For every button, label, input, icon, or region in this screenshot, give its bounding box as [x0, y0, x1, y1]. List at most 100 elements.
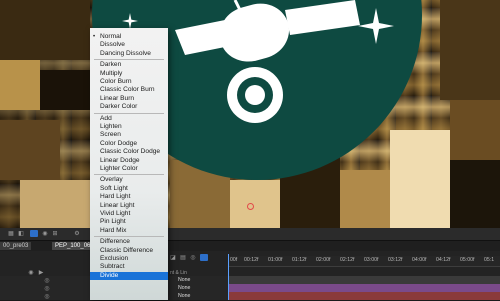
track-matte-dropdown[interactable]: None — [176, 293, 210, 300]
blend-mode-label: Subtract — [100, 263, 125, 271]
blend-mode-label: Hard Mix — [100, 226, 127, 234]
layer-track-bar[interactable] — [228, 292, 500, 300]
time-tick: 02:12f — [340, 257, 355, 263]
menu-separator — [94, 236, 164, 238]
blend-mode-option[interactable]: Lighter Color — [90, 165, 168, 173]
blend-mode-option[interactable]: Color Dodge — [90, 140, 168, 148]
blend-mode-option[interactable]: Darken — [90, 61, 168, 69]
blend-mode-option[interactable]: • Normal — [90, 33, 168, 41]
timeline-panel: ▦ ◧ ◉ ⊞ ⚙ 00_pre03 PEP_100_060_j ◪ ▤ ◎ n… — [0, 228, 500, 301]
blend-mode-option[interactable]: Linear Dodge — [90, 157, 168, 165]
time-tick: 00:12f — [244, 257, 259, 263]
blend-mode-label: Linear Light — [100, 201, 135, 209]
blend-mode-option[interactable]: Dancing Dissolve — [90, 50, 168, 58]
playhead[interactable] — [228, 254, 229, 300]
pickwhip-icon[interactable]: ◎ — [44, 294, 50, 300]
blend-mode-option[interactable]: Dissolve — [90, 41, 168, 49]
time-tick: 04:12f — [436, 257, 451, 263]
blend-mode-option[interactable]: Exclusion — [90, 255, 168, 263]
blend-mode-option[interactable]: Linear Burn — [90, 95, 168, 103]
star-icon — [358, 8, 394, 44]
blend-mode-option[interactable]: Classic Color Burn — [90, 86, 168, 94]
blend-mode-label: Add — [100, 114, 112, 122]
blend-mode-option[interactable]: Overlay — [90, 176, 168, 184]
time-tick: 02:00f — [316, 257, 331, 263]
blend-mode-label: Difference — [100, 238, 130, 246]
blend-mode-option[interactable]: Hard Light — [90, 193, 168, 201]
blend-mode-label: Exclusion — [100, 255, 129, 262]
viewer-toolbar: ▦ ◧ ◉ ⊞ ⚙ — [0, 228, 500, 241]
blend-mode-label: Classic Color Burn — [100, 86, 155, 94]
time-tick: 04:00f — [412, 257, 427, 263]
blend-mode-label: Normal — [100, 33, 122, 40]
channel-toggle[interactable] — [30, 230, 38, 237]
grid-icon[interactable]: ▦ — [8, 231, 14, 237]
shy-layers-icon[interactable]: ◪ — [170, 255, 176, 261]
satellite-icon — [175, 0, 360, 123]
pickwhip-icon[interactable]: ◎ — [44, 286, 50, 292]
camera-icon[interactable]: ◉ — [42, 231, 48, 237]
menu-separator — [94, 112, 164, 114]
blend-mode-label: Vivid Light — [100, 210, 131, 217]
blend-mode-option[interactable]: Multiply — [90, 70, 168, 78]
menu-separator — [94, 174, 164, 176]
menu-separator — [94, 59, 164, 61]
blend-mode-option[interactable]: Color Burn — [90, 78, 168, 86]
time-ruler[interactable]: 00f 00:12f 01:00f 01:12f 02:00f 02:12f 0… — [228, 256, 500, 267]
blend-mode-label: Overlay — [100, 176, 123, 184]
flowchart-icon[interactable]: ⊞ — [52, 231, 58, 237]
layer-track-bar[interactable] — [228, 276, 500, 284]
timeline-controls: ◪ ▤ ◎ — [168, 253, 228, 263]
comp-tab-bar: 00_pre03 PEP_100_060_j — [0, 241, 500, 251]
time-tick: 05:00f — [460, 257, 475, 263]
blend-mode-option[interactable]: Pin Light — [90, 218, 168, 226]
time-tick: 03:00f — [364, 257, 379, 263]
blend-mode-label: Color Dodge — [100, 139, 138, 147]
blend-mode-option[interactable]: Lighten — [90, 123, 168, 131]
blend-mode-label: Hard Light — [100, 193, 131, 201]
composition-viewer[interactable] — [0, 0, 500, 228]
time-tick: 05:1 — [484, 257, 495, 263]
blend-mode-label: Linear Dodge — [100, 156, 140, 164]
blend-mode-option[interactable]: Hard Mix — [90, 227, 168, 235]
blend-mode-label: Soft Light — [100, 184, 128, 192]
track-matte-dropdown[interactable]: None — [176, 277, 210, 284]
blend-mode-option[interactable]: Divide — [90, 271, 168, 280]
pickwhip-icon[interactable]: ◎ — [44, 278, 50, 284]
time-tick: 00f — [230, 257, 238, 263]
blend-mode-option[interactable]: Soft Light — [90, 185, 168, 193]
graph-editor-toggle[interactable] — [200, 254, 208, 261]
time-tick: 01:00f — [268, 257, 283, 263]
blend-mode-option[interactable]: Screen — [90, 131, 168, 139]
blend-mode-option[interactable]: Vivid Light — [90, 210, 168, 218]
blend-mode-label: Darken — [100, 61, 122, 69]
comp-tab[interactable]: 00_pre03 — [0, 242, 32, 250]
blend-mode-option[interactable]: Linear Light — [90, 202, 168, 210]
blend-mode-option[interactable]: Add — [90, 115, 168, 123]
blend-mode-option[interactable]: Classic Difference — [90, 247, 168, 255]
blend-mode-option[interactable]: Darker Color — [90, 103, 168, 111]
anchor-point-marker[interactable] — [247, 203, 254, 210]
blend-mode-label: Color Burn — [100, 78, 132, 85]
track-matte-dropdown[interactable]: None — [176, 285, 210, 292]
frame-blend-icon[interactable]: ▤ — [180, 255, 186, 261]
blending-mode-menu: • Normal Dissolve Dancing Dissolve Darken Mul… — [90, 28, 168, 300]
blend-mode-label: Classic Difference — [100, 246, 154, 254]
blend-mode-label: Multiply — [100, 69, 123, 77]
mask-icon[interactable]: ◧ — [18, 231, 24, 237]
layer-track-bar[interactable] — [228, 284, 500, 292]
blend-mode-option[interactable]: Classic Color Dodge — [90, 148, 168, 156]
settings-icon[interactable]: ⚙ — [74, 231, 80, 237]
audio-icon[interactable]: ▶ — [38, 270, 44, 276]
blend-mode-label: Screen — [100, 131, 121, 139]
blend-mode-option[interactable]: Difference — [90, 238, 168, 246]
motion-blur-icon[interactable]: ◎ — [190, 255, 196, 261]
blend-mode-label: Pin Light — [100, 218, 126, 226]
time-tick: 01:12f — [292, 257, 307, 263]
checked-bullet-icon: • — [93, 34, 96, 40]
blend-mode-label: Linear Burn — [100, 94, 135, 102]
blend-mode-option[interactable]: Subtract — [90, 263, 168, 271]
blend-mode-label: Dissolve — [100, 41, 125, 49]
time-tick: 03:12f — [388, 257, 403, 263]
eye-icon[interactable]: ◉ — [28, 270, 34, 276]
